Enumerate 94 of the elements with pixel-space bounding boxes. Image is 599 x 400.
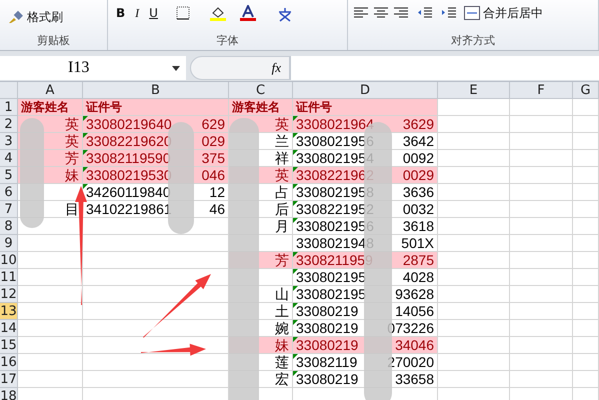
id-number-end: 33658 [395,372,434,386]
name-text: 英 [65,117,79,131]
column-heading: 游客姓名 [21,101,69,113]
underline-button[interactable]: U [147,3,160,23]
name-text: 占 [275,185,289,199]
row-header[interactable]: 7 [0,201,18,218]
column-heading: 游客姓名 [232,101,280,113]
id-number-start: 34260119840 [86,185,171,199]
id-number-start: 33082119 [296,355,358,369]
id-number-end: 3642 [402,134,434,148]
id-number-start: 3308021964 [296,117,374,131]
fx-button[interactable]: fx [190,56,290,80]
id-number-start: 330802195 [296,270,366,284]
name-text: 妹 [275,338,289,352]
name-text: 宏 [275,372,289,386]
row-header[interactable]: 8 [0,218,18,235]
row-header[interactable]: 17 [0,371,18,388]
id-number-end: 0092 [402,151,434,165]
id-number-start: 33080219 [296,321,358,335]
name-text: 后 [275,202,289,216]
row-header[interactable]: 2 [0,116,18,133]
italic-button[interactable]: I [133,3,142,23]
id-number-end: 12 [209,185,225,199]
id-number-end: 029 [202,134,225,148]
id-number-end: 0029 [402,168,434,182]
id-number-end: 501X [401,236,434,250]
id-number-end: 375 [202,151,225,165]
name-text: 祥 [275,151,289,165]
row-header[interactable]: 12 [0,286,18,303]
id-number-start: 33080219 [296,304,358,318]
column-heading: 证件号 [86,101,122,113]
name-text: 芳 [65,151,79,165]
id-number-start: 33082119590 [86,151,171,165]
id-number-end: 93628 [395,287,434,301]
format-painter-button[interactable]: 格式刷 [6,7,65,27]
id-number-start: 33080219640 [86,117,172,131]
name-text: 月 [275,219,289,233]
row-header[interactable]: 14 [0,320,18,337]
name-text: 妹 [65,168,79,182]
name-text: 英 [65,134,79,148]
group-label: 剪贴板 [36,33,71,48]
name-text: 土 [275,304,289,318]
column-header[interactable]: C [229,82,293,99]
group-label: 字体 [216,33,240,48]
id-number-end: 14056 [395,304,434,318]
id-number-start: 33080219530 [86,168,172,182]
id-number-end: 046 [202,168,225,182]
row-header[interactable]: 1 [0,99,18,116]
id-number-end: 073226 [387,321,434,335]
id-number-end: 46 [209,202,225,216]
id-number-start: 33080219 [296,338,358,352]
id-number-end: 270020 [387,355,434,369]
row-header[interactable]: 13 [0,303,18,320]
column-header[interactable]: A [18,82,83,99]
id-number-end: 4028 [402,270,434,284]
name-text: 英 [275,168,289,182]
row-header[interactable]: 11 [0,269,18,286]
id-number-end: 3629 [402,117,434,131]
id-number-end: 34046 [395,338,434,352]
id-number-end: 3618 [402,219,434,233]
name-text: 英 [275,117,289,131]
id-number-start: 33080219 [296,372,358,386]
name-text: 兰 [275,134,289,148]
row-header[interactable]: 9 [0,235,18,252]
name-text: 芳 [275,253,289,267]
id-number-start: 33082219620 [86,134,172,148]
column-header[interactable]: F [510,82,573,99]
name-text: 莲 [275,355,289,369]
id-number-end: 3636 [402,185,434,199]
column-header[interactable]: B [83,82,229,99]
row-header[interactable]: 3 [0,133,18,150]
bold-button[interactable]: B [114,3,128,23]
row-header[interactable]: 10 [0,252,18,269]
row-header[interactable]: 5 [0,167,18,184]
id-number-end: 2875 [402,253,434,267]
id-number-end: 0032 [402,202,434,216]
merge-center-button[interactable]: 合并后居中 [462,3,545,23]
name-text: 目 [65,202,79,216]
row-header[interactable]: 18 [0,388,18,400]
name-text: 婉 [275,321,289,335]
name-text: 山 [275,287,289,301]
id-number-start: 34102219861 [86,202,172,216]
column-header[interactable]: D [293,82,438,99]
column-header[interactable]: E [438,82,510,99]
row-header[interactable]: 4 [0,150,18,167]
id-number-end: 629 [202,117,225,131]
row-header[interactable]: 15 [0,337,18,354]
row-header[interactable]: 16 [0,354,18,371]
column-heading: 证件号 [296,101,332,113]
id-number-start: 330802195 [296,287,366,301]
column-header[interactable]: G [573,82,599,99]
row-header[interactable]: 6 [0,184,18,201]
name-box[interactable]: I13 [0,56,186,80]
group-label: 对齐方式 [450,33,496,48]
